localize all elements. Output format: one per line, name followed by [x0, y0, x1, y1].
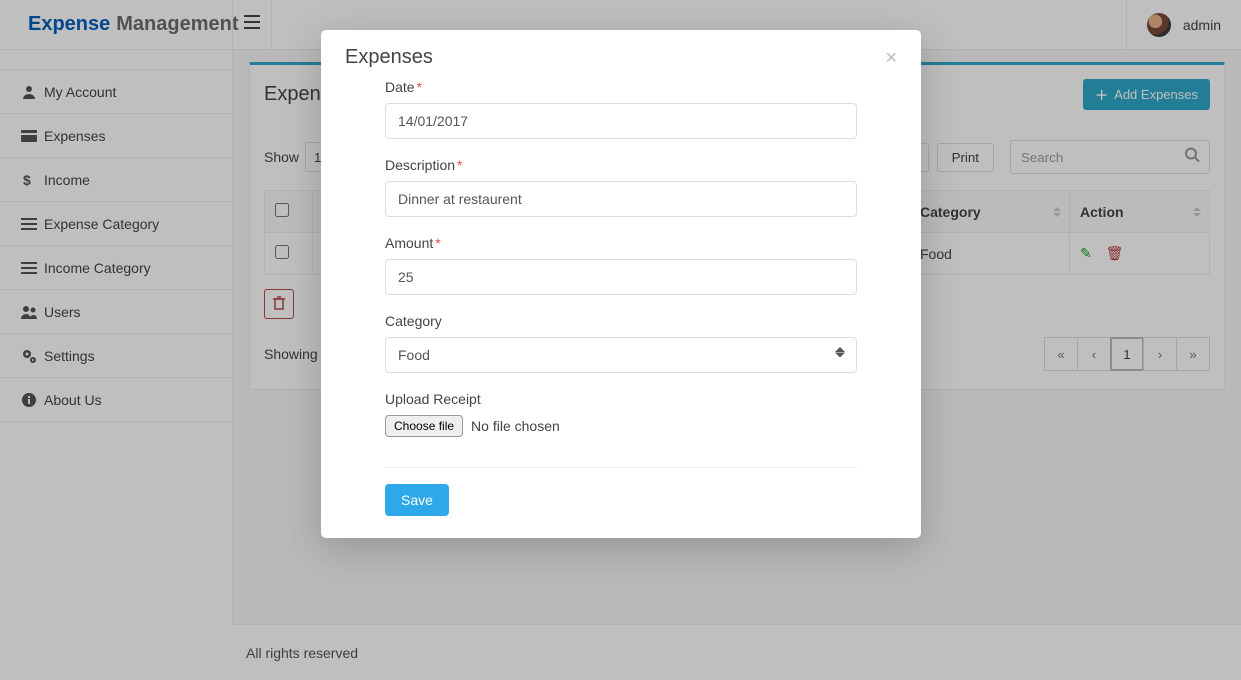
- required-asterisk: *: [435, 235, 440, 251]
- form-group-amount: Amount*: [385, 235, 857, 295]
- required-asterisk: *: [417, 79, 422, 95]
- amount-label: Amount*: [385, 235, 857, 251]
- form-group-description: Description*: [385, 157, 857, 217]
- choose-file-button[interactable]: Choose file: [385, 415, 463, 437]
- form-group-date: Date*: [385, 79, 857, 139]
- expense-modal: Expenses × Date* Description* Amount* Ca…: [321, 30, 921, 538]
- description-label: Description*: [385, 157, 857, 173]
- upload-label: Upload Receipt: [385, 391, 857, 407]
- file-chosen-text: No file chosen: [471, 418, 560, 434]
- form-group-upload: Upload Receipt Choose file No file chose…: [385, 391, 857, 437]
- file-row: Choose file No file chosen: [385, 415, 857, 437]
- close-icon[interactable]: ×: [885, 48, 897, 68]
- date-field[interactable]: [385, 103, 857, 139]
- description-field[interactable]: [385, 181, 857, 217]
- category-label: Category: [385, 313, 857, 329]
- category-select-wrap: Food: [385, 337, 857, 373]
- category-select[interactable]: Food: [385, 337, 857, 373]
- amount-field[interactable]: [385, 259, 857, 295]
- date-label: Date*: [385, 79, 857, 95]
- modal-title: Expenses: [345, 46, 433, 69]
- modal-footer: Save: [321, 457, 921, 538]
- form-group-category: Category Food: [385, 313, 857, 373]
- modal-header: Expenses ×: [321, 30, 921, 79]
- required-asterisk: *: [457, 157, 462, 173]
- modal-body: Date* Description* Amount* Category Food…: [321, 79, 921, 457]
- save-button[interactable]: Save: [385, 484, 449, 516]
